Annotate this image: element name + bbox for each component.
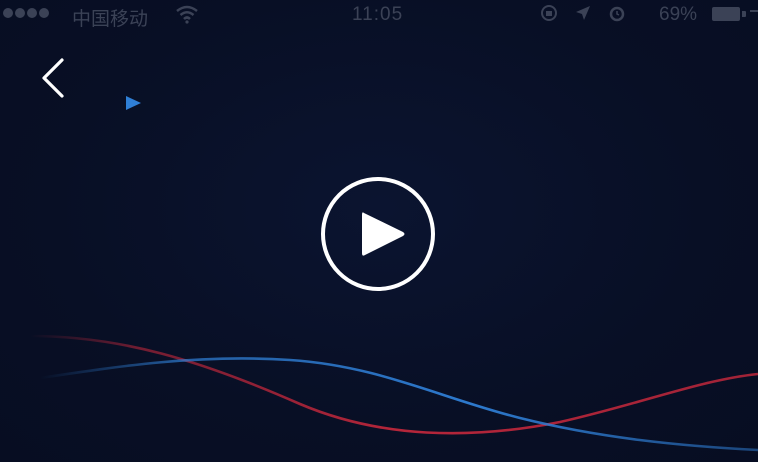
battery-percent: 69% [659, 4, 698, 25]
location-icon [576, 6, 590, 20]
lock-rotation-icon [541, 5, 557, 21]
battery-tip [742, 11, 746, 17]
carrier-label: 中国移动 [72, 9, 149, 30]
play-triangle-icon [126, 96, 141, 110]
status-bar: 中国移动 11:05 69% [0, 0, 758, 30]
signal-dots-icon [3, 8, 49, 18]
video-player-screen: 中国移动 11:05 69% [0, 0, 758, 462]
status-time: 11:05 [352, 4, 404, 25]
back-button[interactable] [32, 52, 76, 104]
play-circle-icon [362, 212, 405, 256]
alarm-icon [609, 6, 625, 22]
wifi-icon [176, 5, 198, 24]
red-wave [29, 334, 758, 435]
decorative-waves [29, 334, 758, 452]
battery-icon [712, 7, 740, 21]
charging-icon [750, 10, 758, 12]
play-button[interactable] [320, 176, 436, 292]
blue-wave [39, 357, 758, 452]
